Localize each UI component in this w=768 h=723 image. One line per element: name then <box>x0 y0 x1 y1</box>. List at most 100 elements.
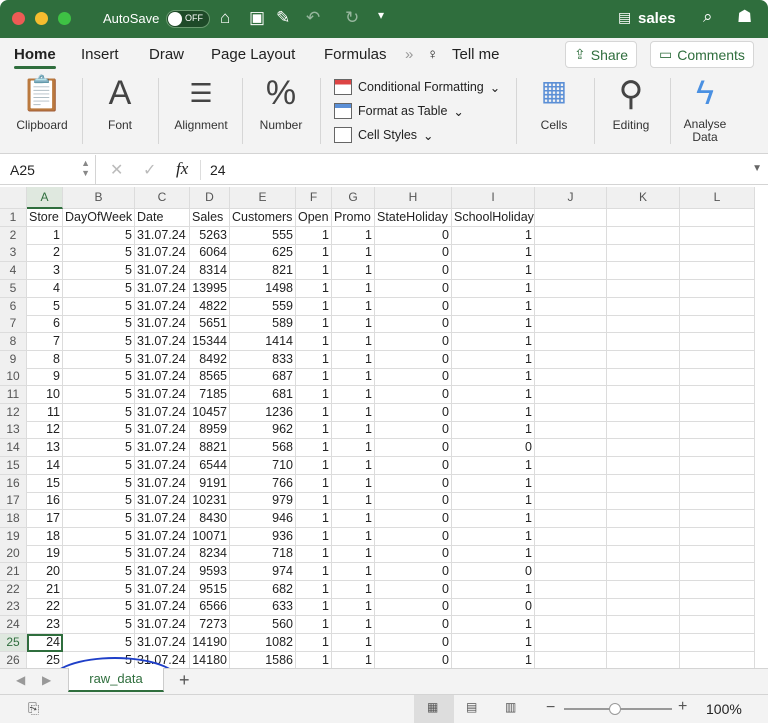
cell[interactable]: 31.07.24 <box>135 297 190 316</box>
cell[interactable]: 1 <box>296 492 332 511</box>
cell[interactable] <box>535 474 607 493</box>
row-header[interactable]: 16 <box>0 474 27 493</box>
cell[interactable]: 1498 <box>230 279 296 298</box>
save-icon[interactable]: ▣ <box>249 8 265 28</box>
cell[interactable]: 0 <box>375 563 452 581</box>
cell[interactable] <box>607 474 680 493</box>
cell[interactable]: 4 <box>27 279 63 298</box>
row-header[interactable]: 10 <box>0 368 27 387</box>
cell[interactable]: 12 <box>27 421 63 440</box>
cell[interactable]: 25 <box>27 651 63 670</box>
cell[interactable] <box>680 598 755 617</box>
cell[interactable] <box>680 297 755 316</box>
cell[interactable] <box>535 403 607 422</box>
cell[interactable] <box>680 421 755 440</box>
cell[interactable]: 5 <box>63 279 135 298</box>
cell[interactable]: 14 <box>27 456 63 475</box>
cell[interactable]: 5 <box>63 262 135 281</box>
tab-draw[interactable]: Draw <box>149 46 184 63</box>
tab-formulas[interactable]: Formulas <box>324 46 387 63</box>
cell[interactable]: 5 <box>63 456 135 475</box>
cell[interactable]: 31.07.24 <box>135 545 190 564</box>
cell[interactable]: 0 <box>375 598 452 617</box>
cell[interactable] <box>680 226 755 245</box>
cell[interactable]: 1 <box>332 350 375 369</box>
cell[interactable]: 1 <box>296 297 332 316</box>
cell[interactable]: 31.07.24 <box>135 350 190 369</box>
cell[interactable]: 1 <box>296 226 332 245</box>
cell[interactable] <box>680 527 755 546</box>
cell[interactable] <box>680 474 755 493</box>
cell[interactable]: 1 <box>332 616 375 635</box>
cell[interactable]: 1 <box>296 509 332 528</box>
conditional-formatting-button[interactable]: Conditional Formatting ⌄ <box>334 79 500 95</box>
cell[interactable]: 22 <box>27 598 63 617</box>
cell[interactable]: 1 <box>452 616 535 635</box>
cell[interactable]: 5 <box>27 297 63 316</box>
cell[interactable] <box>607 651 680 670</box>
cell[interactable]: 5 <box>63 580 135 599</box>
cell[interactable]: 1 <box>452 651 535 670</box>
cell[interactable]: 1 <box>296 315 332 334</box>
cell[interactable] <box>680 492 755 511</box>
cell[interactable]: 633 <box>230 598 296 617</box>
cell[interactable]: 766 <box>230 474 296 493</box>
cell[interactable]: 11 <box>27 403 63 422</box>
cell[interactable] <box>535 456 607 475</box>
cell[interactable]: 13 <box>27 439 63 458</box>
cell[interactable]: 560 <box>230 616 296 635</box>
cell[interactable]: 31.07.24 <box>135 509 190 528</box>
cell[interactable]: 625 <box>230 244 296 263</box>
header-cell[interactable]: Promo <box>332 209 375 227</box>
select-all-corner[interactable] <box>0 187 27 209</box>
redo-icon[interactable]: ↻ <box>345 8 359 28</box>
cell[interactable]: 0 <box>375 439 452 458</box>
expand-formula-icon[interactable]: ▼ <box>752 163 762 174</box>
cell[interactable]: 0 <box>375 616 452 635</box>
cells-group[interactable]: ▦ Cells <box>522 70 586 154</box>
row-header[interactable]: 11 <box>0 386 27 404</box>
cell[interactable]: 8821 <box>190 439 230 458</box>
cell[interactable]: 10071 <box>190 527 230 546</box>
cell[interactable]: 1 <box>296 244 332 263</box>
cell[interactable]: 6064 <box>190 244 230 263</box>
cell[interactable] <box>680 563 755 581</box>
cell[interactable]: 1 <box>332 262 375 281</box>
cell[interactable]: 5 <box>63 563 135 581</box>
cell[interactable] <box>535 226 607 245</box>
cell[interactable] <box>680 456 755 475</box>
cell[interactable] <box>535 262 607 281</box>
cell[interactable]: 1 <box>332 492 375 511</box>
cell[interactable]: 5 <box>63 421 135 440</box>
cell[interactable]: 1 <box>296 616 332 635</box>
file-name[interactable]: sales <box>638 10 676 27</box>
cell[interactable] <box>535 509 607 528</box>
cell[interactable]: 1 <box>296 439 332 458</box>
cell[interactable] <box>607 563 680 581</box>
next-sheet-icon[interactable]: ▶ <box>42 673 51 687</box>
cell[interactable]: 0 <box>375 545 452 564</box>
cell[interactable] <box>535 368 607 387</box>
cell[interactable]: 0 <box>452 563 535 581</box>
header-cell[interactable]: Sales <box>190 209 230 227</box>
cell[interactable] <box>535 386 607 404</box>
page-break-view-button[interactable]: ▥ <box>505 700 516 714</box>
cell[interactable] <box>607 492 680 511</box>
cell[interactable]: 0 <box>375 279 452 298</box>
cell[interactable]: 1 <box>296 598 332 617</box>
cell[interactable]: 31.07.24 <box>135 580 190 599</box>
cell[interactable]: 0 <box>375 297 452 316</box>
column-header-G[interactable]: G <box>332 187 375 209</box>
cell[interactable]: 31.07.24 <box>135 492 190 511</box>
cell[interactable]: 6 <box>27 315 63 334</box>
header-cell[interactable]: Open <box>296 209 332 227</box>
cell[interactable] <box>607 633 680 652</box>
search-icon[interactable]: ⌕ <box>703 7 713 27</box>
header-cell[interactable]: Customers <box>230 209 296 227</box>
cell[interactable] <box>607 350 680 369</box>
cell[interactable]: 14190 <box>190 633 230 652</box>
row-header[interactable]: 1 <box>0 209 27 227</box>
cell[interactable]: 0 <box>375 527 452 546</box>
cell[interactable]: 568 <box>230 439 296 458</box>
cell[interactable]: 1 <box>452 456 535 475</box>
